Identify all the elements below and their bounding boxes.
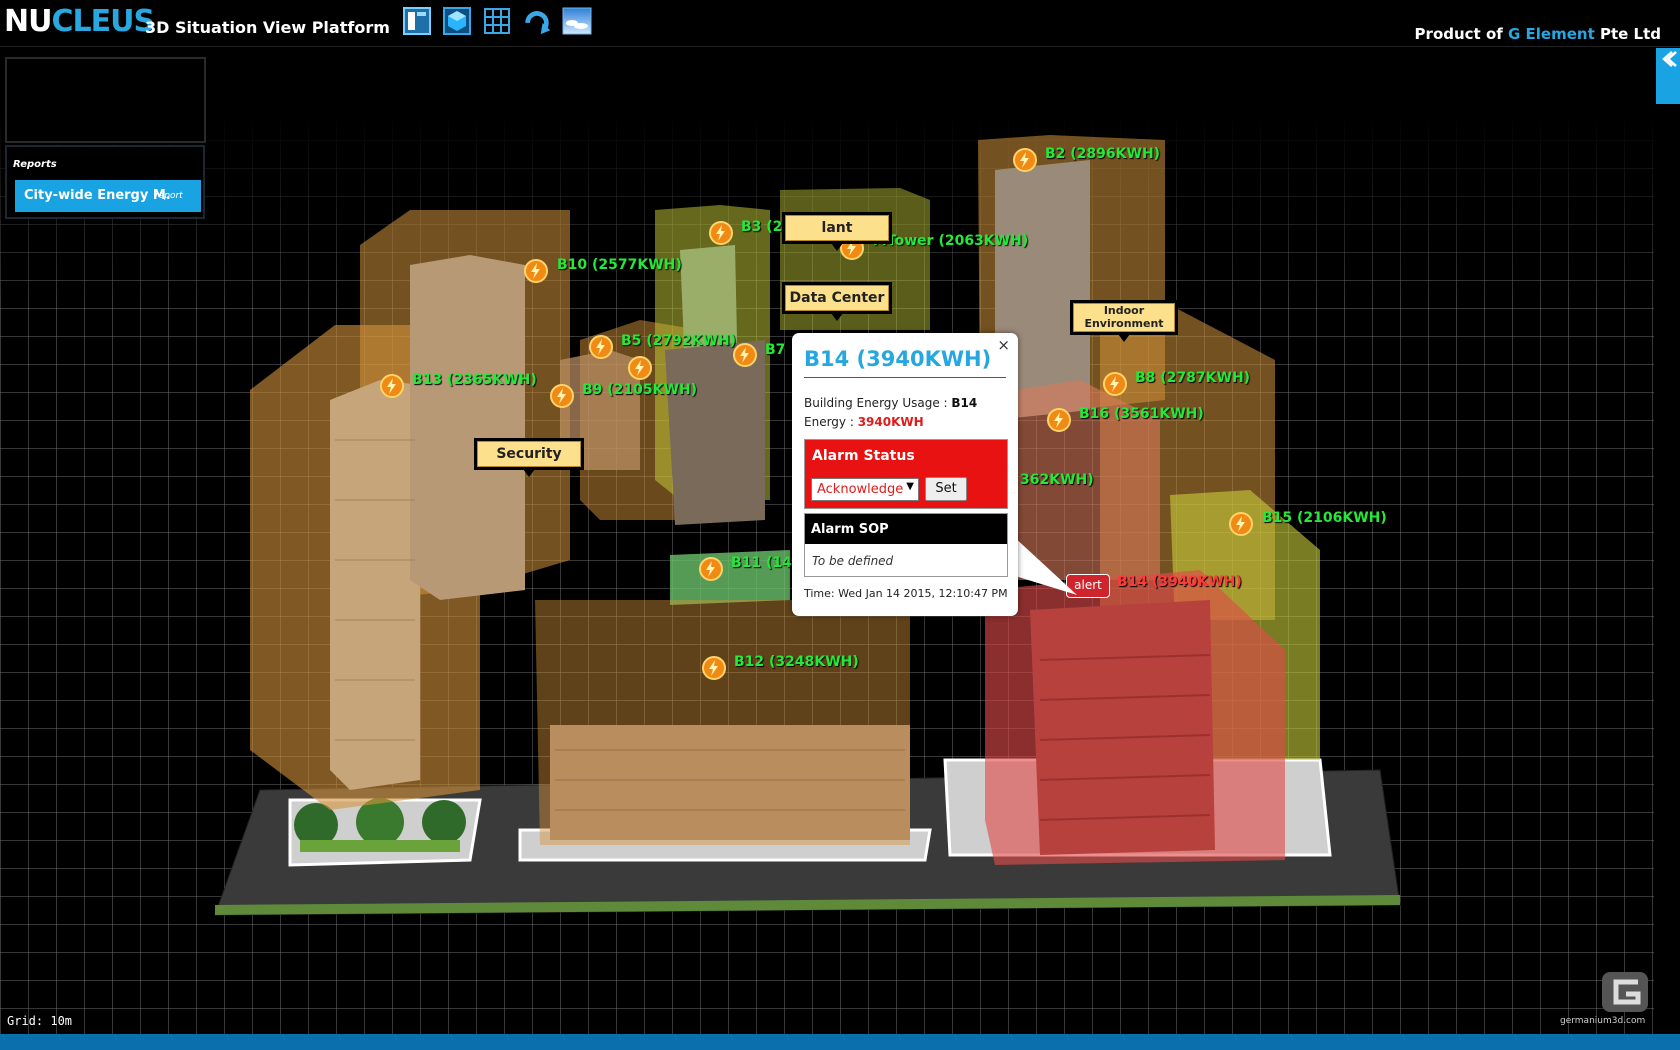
building-label[interactable]: B7 bbox=[765, 342, 785, 358]
building-label[interactable]: B15 (2106KWH) bbox=[1262, 510, 1387, 526]
popup-title: B14 (3940KWH) bbox=[804, 347, 992, 371]
chevron-down-icon: ▼ bbox=[906, 481, 914, 492]
tag-security[interactable]: Security bbox=[474, 438, 584, 477]
report-link[interactable]: report bbox=[155, 191, 183, 201]
building-label[interactable]: 362KWH) bbox=[1020, 472, 1094, 488]
germanium-logo-icon bbox=[1600, 970, 1650, 1014]
layout-panel-icon[interactable] bbox=[402, 6, 432, 36]
energy-bolt-icon[interactable] bbox=[733, 343, 757, 367]
refresh-icon[interactable] bbox=[522, 6, 552, 36]
grid-icon[interactable] bbox=[482, 6, 512, 36]
product-credit: Product of G Element Pte Ltd bbox=[1414, 25, 1661, 43]
building-b7[interactable] bbox=[665, 340, 765, 525]
building-label[interactable]: B8 (2787KWH) bbox=[1135, 370, 1250, 386]
alarm-status-panel: Alarm Status Acknowledge ▼ Set bbox=[804, 439, 1008, 509]
app-subtitle: 3D Situation View Platform bbox=[145, 18, 390, 37]
energy-bolt-icon[interactable] bbox=[380, 374, 404, 398]
building-info-popup: × B14 (3940KWH) Building Energy Usage : … bbox=[792, 333, 1018, 616]
energy-usage-row: Building Energy Usage : B14 bbox=[804, 396, 978, 410]
energy-value-row: Energy : 3940KWH bbox=[804, 415, 924, 429]
top-bar: NUCLEUS 3D Situation View Platform Produ… bbox=[0, 0, 1680, 47]
side-strip bbox=[1654, 104, 1680, 1034]
alarm-status-select[interactable]: Acknowledge ▼ bbox=[811, 478, 919, 501]
building-label[interactable]: B9 (2105KWH) bbox=[582, 382, 697, 398]
report-item-energy[interactable]: City-wide Energy M. report bbox=[15, 180, 201, 212]
3d-cube-icon[interactable] bbox=[442, 6, 472, 36]
app-logo: NUCLEUS bbox=[4, 4, 155, 39]
energy-bolt-icon[interactable] bbox=[550, 384, 574, 408]
energy-bolt-icon[interactable] bbox=[709, 221, 733, 245]
alarm-timestamp: Time: Wed Jan 14 2015, 12:10:47 PM bbox=[804, 587, 1008, 600]
energy-bolt-icon[interactable] bbox=[1047, 408, 1071, 432]
building-label[interactable]: B10 (2577KWH) bbox=[557, 257, 682, 273]
energy-bolt-icon[interactable] bbox=[1229, 512, 1253, 536]
brand-text: germanium3d.com bbox=[1560, 1016, 1646, 1026]
status-bar bbox=[0, 1034, 1680, 1050]
tag-plant[interactable]: lant bbox=[782, 212, 892, 251]
energy-bolt-icon[interactable] bbox=[699, 557, 723, 581]
building-label[interactable]: B12 (3248KWH) bbox=[734, 654, 859, 670]
energy-bolt-icon[interactable] bbox=[589, 335, 613, 359]
energy-bolt-icon[interactable] bbox=[1013, 148, 1037, 172]
energy-bolt-icon[interactable] bbox=[524, 259, 548, 283]
energy-bolt-icon[interactable] bbox=[702, 656, 726, 680]
alarm-status-heading: Alarm Status bbox=[812, 448, 915, 464]
building-label[interactable]: B2 (2896KWH) bbox=[1045, 146, 1160, 162]
alarm-sop-panel: Alarm SOP To be defined bbox=[804, 513, 1008, 577]
reports-heading: Reports bbox=[13, 159, 57, 170]
alarm-sop-heading: Alarm SOP bbox=[811, 522, 889, 537]
energy-bolt-icon[interactable] bbox=[628, 356, 652, 380]
building-label[interactable]: B16 (3561KWH) bbox=[1079, 406, 1204, 422]
trees bbox=[294, 798, 466, 852]
grid-scale-label: Grid: 10m bbox=[7, 1014, 73, 1028]
close-icon[interactable]: × bbox=[997, 336, 1010, 354]
energy-bolt-icon[interactable] bbox=[1103, 372, 1127, 396]
building-label[interactable]: MTower (2063KWH) bbox=[873, 233, 1028, 249]
side-panel-toggle-icon[interactable] bbox=[1656, 48, 1680, 104]
tag-data-center[interactable]: Data Center bbox=[782, 282, 892, 321]
sky-view-icon[interactable] bbox=[562, 6, 592, 36]
set-button[interactable]: Set bbox=[925, 477, 967, 501]
alarm-sop-body: To be defined bbox=[812, 554, 894, 568]
reports-panel: Reports City-wide Energy M. report bbox=[5, 145, 205, 219]
toolbar bbox=[402, 6, 592, 36]
building-label-alert[interactable]: B14 (3940KWH) bbox=[1117, 574, 1242, 590]
tag-indoor-environment[interactable]: Indoor Environment bbox=[1070, 300, 1178, 342]
building-label[interactable]: B11 (14 bbox=[731, 555, 792, 571]
minimap-thumbnail[interactable] bbox=[5, 57, 206, 143]
building-label[interactable]: B13 (2365KWH) bbox=[412, 372, 537, 388]
building-label[interactable]: B5 (2792KWH) bbox=[621, 333, 736, 349]
popup-pointer bbox=[1012, 535, 1077, 595]
